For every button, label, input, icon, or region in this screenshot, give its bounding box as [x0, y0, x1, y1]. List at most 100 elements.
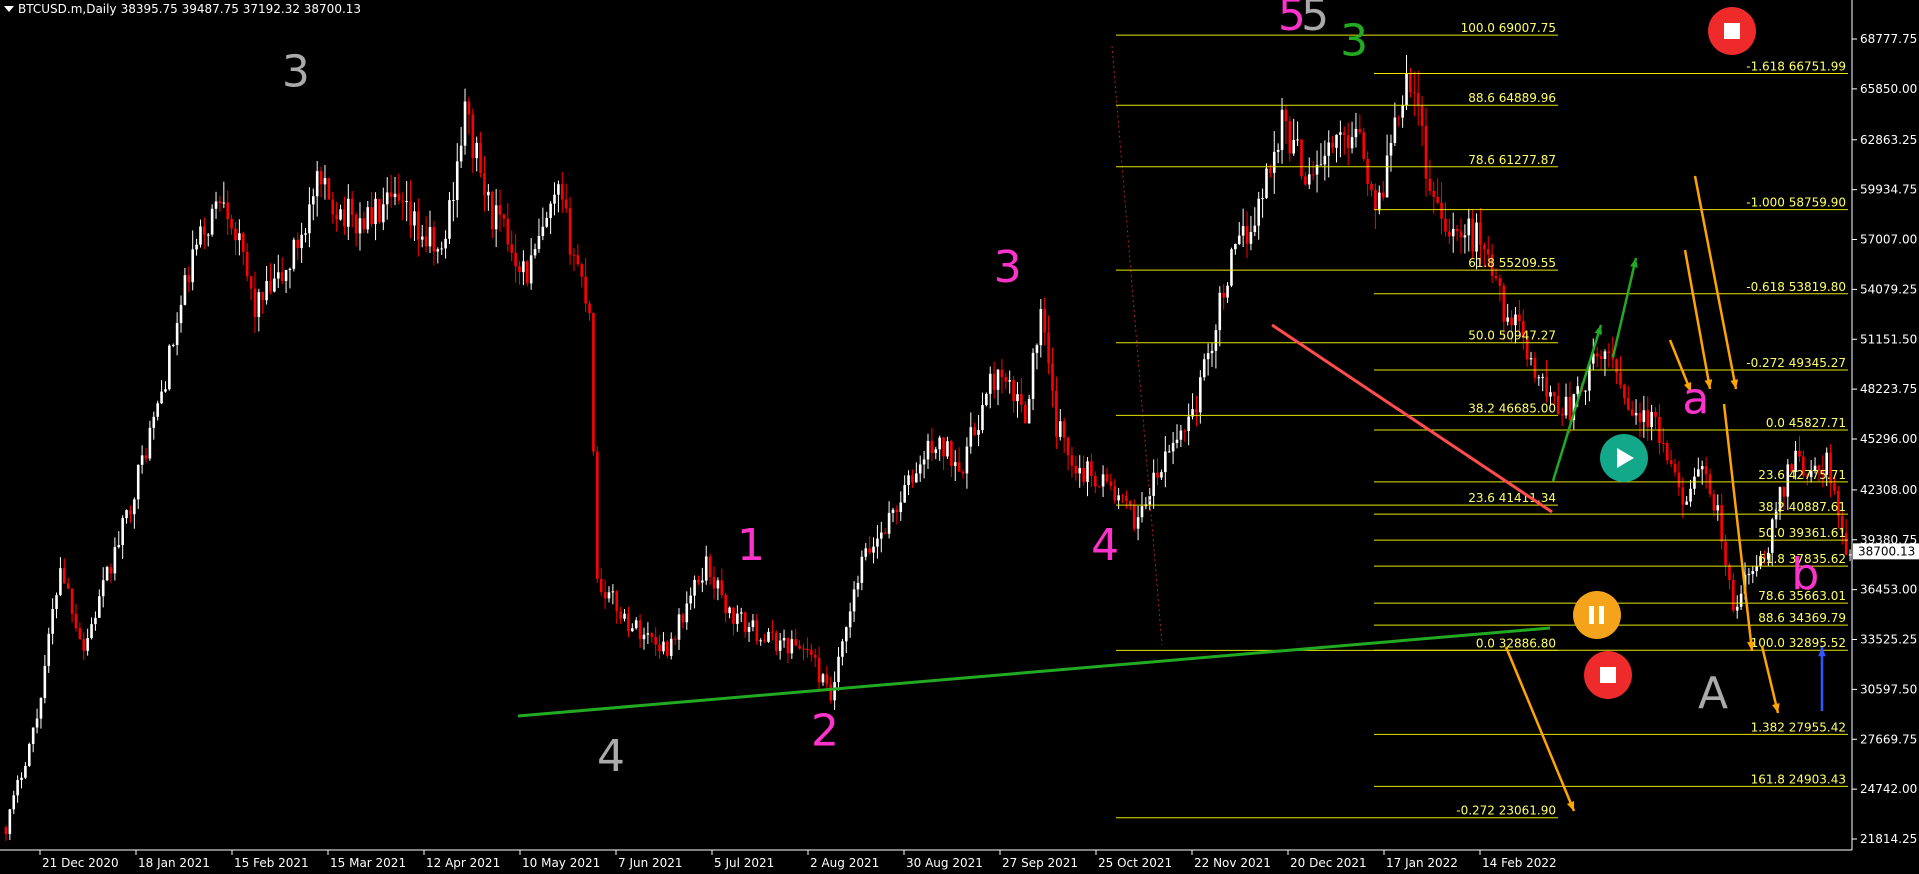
candle-body [806, 648, 809, 651]
candle-body [537, 236, 541, 250]
candle-body [206, 234, 210, 236]
candle-body [1506, 317, 1509, 322]
candle-body [1619, 372, 1622, 385]
orange-projection-arrow-head [1566, 801, 1575, 811]
orange-projection-arrow [1760, 645, 1780, 714]
candle-body [1556, 395, 1560, 415]
candle-body [1673, 464, 1677, 473]
wave-label: 2 [811, 706, 839, 757]
pause-icon[interactable] [1573, 591, 1621, 639]
candle-body [1097, 486, 1101, 488]
candle-body [697, 579, 700, 583]
candle-body [1284, 109, 1288, 122]
candle-body [370, 207, 373, 225]
candle-body [833, 682, 836, 701]
candle-body [133, 499, 136, 515]
green-projection-arrow [1611, 257, 1638, 358]
candle-body [1370, 183, 1373, 191]
candle-body [1202, 359, 1206, 378]
y-tick-label: 27669.75 [1860, 732, 1917, 746]
green-projection-arrow [1551, 324, 1603, 482]
candle-body [304, 233, 307, 235]
green-projection-arrow-head [1594, 325, 1603, 335]
candle-body [922, 459, 926, 465]
candle-body [751, 620, 755, 628]
candle-body [712, 577, 716, 589]
candle-body [490, 191, 494, 230]
candle-body [1689, 488, 1692, 502]
candle-body [510, 244, 514, 253]
wave-label: 1 [737, 520, 765, 571]
candle-body [385, 192, 389, 205]
candle-body [1125, 495, 1128, 501]
candle-body [782, 637, 786, 641]
candle-body [634, 620, 638, 629]
candle-body [1175, 439, 1179, 443]
candle-body [1335, 134, 1338, 148]
candle-body [1848, 554, 1852, 556]
candle-body [689, 595, 692, 604]
candle-body [996, 369, 1000, 390]
candle-body [1300, 139, 1303, 177]
candle-body [1358, 128, 1362, 133]
btc-daily-chart[interactable]: 68777.75 65850.00 62863.25 59934.75 57007.00… [0, 0, 1919, 874]
candle-body [786, 637, 790, 654]
y-tick-label: 42308.00 [1860, 483, 1917, 497]
candle-body [1012, 380, 1015, 402]
candle-body [1016, 394, 1019, 402]
candle-body [1502, 285, 1506, 322]
candle-body [1424, 126, 1428, 179]
candle-body [253, 288, 257, 318]
candle-body [701, 580, 704, 583]
candle-body [4, 827, 8, 835]
candle-body [1187, 416, 1190, 432]
candle-body [1798, 450, 1801, 457]
fib-level-label: 50.0 39361.61 [1758, 526, 1846, 540]
candle-body [1261, 198, 1264, 200]
candle-body [1253, 225, 1257, 233]
candle-body [63, 568, 66, 584]
candle-body [1226, 285, 1229, 298]
candle-body [615, 591, 619, 612]
candle-body [915, 473, 918, 483]
candle-body [487, 191, 490, 196]
candle-body [973, 427, 976, 435]
candle-body [883, 532, 887, 534]
dotted-retracement-line [1111, 45, 1163, 646]
x-tick-label: 7 Jun 2021 [618, 856, 683, 870]
x-tick-label: 21 Dec 2020 [42, 856, 119, 870]
candle-body [1630, 409, 1634, 416]
candle-body [778, 640, 782, 651]
candle-body [985, 393, 988, 406]
candle-body [1700, 466, 1704, 470]
candle-body [868, 548, 871, 553]
candle-body [502, 214, 506, 219]
candle-body [568, 208, 572, 255]
candle-body [66, 583, 70, 589]
candle-body [1665, 443, 1669, 461]
candle-body [666, 641, 669, 656]
candle-body [1276, 149, 1280, 152]
candle-body [1090, 461, 1093, 476]
candle-body [872, 546, 875, 553]
candle-body [1735, 606, 1739, 611]
candle-body [627, 613, 630, 632]
pause-icon-bar [1589, 606, 1594, 624]
fib-level-label: 88.6 64889.96 [1468, 91, 1556, 105]
y-tick-label: 68777.75 [1860, 32, 1917, 46]
candle-body [658, 644, 661, 652]
fib-level-label: 88.6 34369.79 [1758, 611, 1846, 625]
candle-body [343, 209, 346, 227]
candle-body [1440, 202, 1443, 219]
symbol-menu-icon[interactable] [4, 6, 14, 12]
candle-body [1171, 442, 1175, 452]
fib-level-label: 38.2 46685.00 [1468, 401, 1556, 415]
candle-body [1183, 430, 1187, 432]
candle-body [1160, 472, 1163, 478]
candle-body [241, 233, 245, 252]
candle-body [802, 648, 805, 650]
x-tick-label: 15 Feb 2021 [234, 856, 309, 870]
candle-body [771, 631, 774, 633]
candle-body [677, 614, 681, 640]
candle-body [1117, 495, 1120, 501]
